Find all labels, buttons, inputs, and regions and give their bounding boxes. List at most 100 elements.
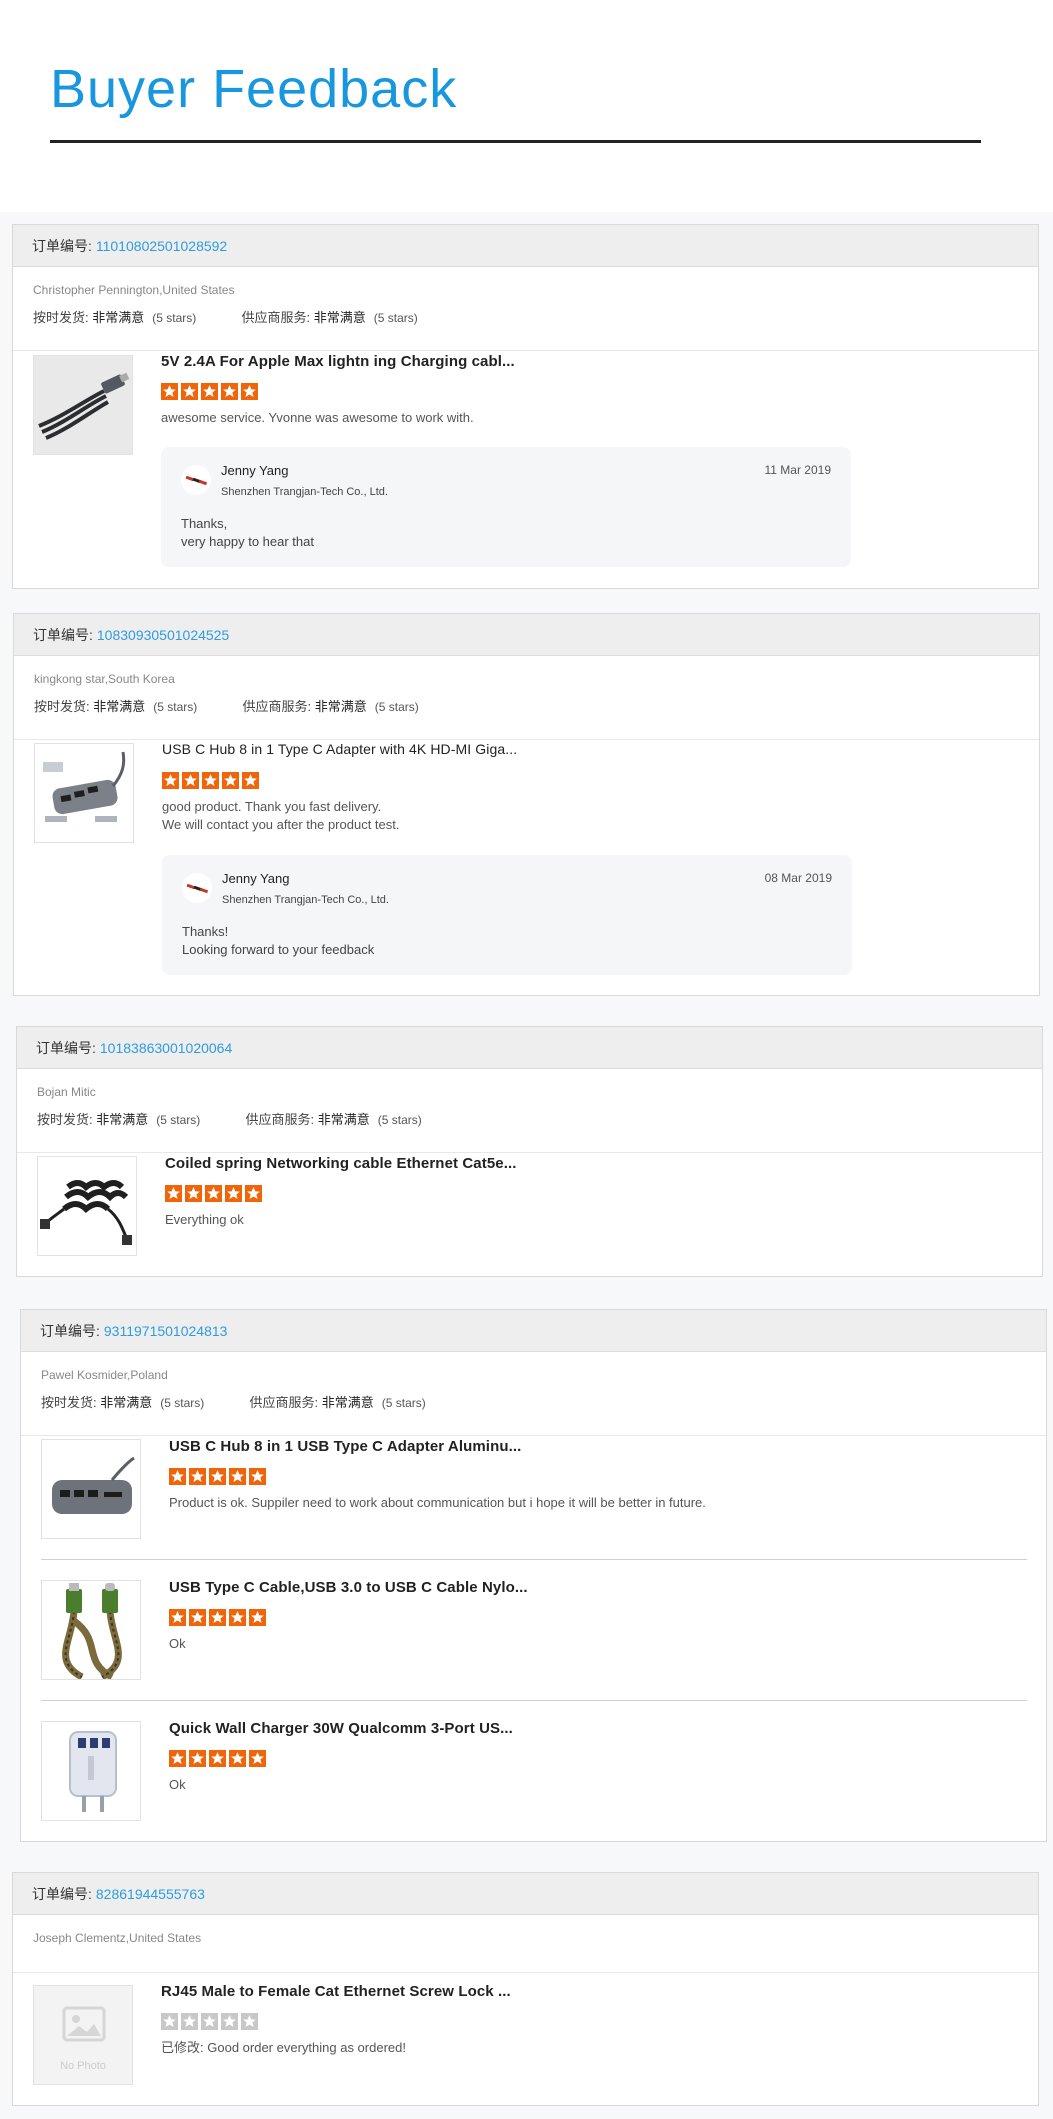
product-title[interactable]: USB C Hub 8 in 1 Type C Adapter with 4K … [162,741,517,757]
order-card: 订单编号: 82861944555763 Joseph Clementz,Unit… [12,1872,1039,2106]
item-divider [41,1700,1027,1701]
star-icon [241,383,258,400]
buyer-comment: Ok [169,1635,186,1653]
buyer-comment: Product is ok. Suppiler need to work abo… [169,1494,706,1512]
order-number-label: 订单编号: [33,627,93,643]
order-header: 订单编号: 9311971501024813 [21,1310,1046,1352]
order-number-link[interactable]: 11010802501028592 [96,238,227,254]
star-icon [229,1609,246,1626]
order-header: 订单编号: 10830930501024525 [14,614,1039,656]
star-icon [165,1185,182,1202]
on-time-value: 非常满意 [92,310,145,325]
on-time-stars: (5 stars) [152,311,197,325]
product-rating [161,383,261,401]
star-icon [241,2013,258,2030]
order-ratings: 按时发货: 非常满意 (5 stars) 供应商服务: 非常满意 (5 stars) [41,1392,426,1411]
supplier-service-stars: (5 stars) [381,1396,426,1410]
buyer-info: Bojan Mitic 按时发货: 非常满意 (5 stars) 供应商服务: 非… [17,1069,1042,1153]
order-header: 订单编号: 10183863001020064 [17,1027,1042,1069]
order-header: 订单编号: 82861944555763 [13,1873,1038,1915]
product-title[interactable]: USB Type C Cable,USB 3.0 to USB C Cable … [169,1579,528,1596]
reply-line: Looking forward to your feedback [182,942,375,957]
star-icon [249,1468,266,1485]
order-number-label: 订单编号: [32,238,92,254]
supplier-service-label: 供应商服务: [241,310,311,325]
supplier-service-label: 供应商服务: [245,1112,315,1127]
star-icon [169,1609,186,1626]
order-number-link[interactable]: 10830930501024525 [97,627,229,643]
comment-line: We will contact you after the product te… [162,817,400,832]
reply-date: 11 Mar 2019 [764,463,832,477]
order-number-link[interactable]: 82861944555763 [96,1886,205,1902]
star-icon [169,1468,186,1485]
on-time-label: 按时发货: [33,310,89,325]
product-rating [161,2013,261,2031]
comment-line: Ok [169,1777,186,1792]
product-rating [169,1468,269,1486]
star-icon [225,1185,242,1202]
product-rating [162,772,262,790]
product-title[interactable]: Coiled spring Networking cable Ethernet … [165,1155,517,1172]
order-ratings: 按时发货: 非常满意 (5 stars) 供应商服务: 非常满意 (5 stars) [34,696,419,715]
reply-text: Thanks! Looking forward to your feedback [182,923,374,959]
star-icon [169,1750,186,1767]
order-number-link[interactable]: 9311971501024813 [104,1323,228,1339]
star-icon [229,1468,246,1485]
star-icon [182,772,199,789]
no-photo-label: No Photo [60,2060,106,2072]
edited-label: 已修改: [161,2040,204,2055]
star-icon [181,2013,198,2030]
product-image[interactable] [34,743,134,843]
supplier-reply: Jenny Yang Shenzhen Trangjan-Tech Co., L… [161,447,851,567]
product-image[interactable]: No Photo [33,1985,133,2085]
on-time-value: 非常满意 [93,699,146,714]
buyer-name: Joseph Clementz,United States [33,1931,202,1945]
product-image[interactable] [33,355,133,455]
order-card: 订单编号: 11010802501028592 Christopher Penni… [12,224,1039,589]
product-image[interactable] [41,1580,141,1680]
star-icon [229,1750,246,1767]
coiled-usb-cable-image [34,356,132,454]
comment-line: Everything ok [165,1212,244,1227]
buyer-comment: Ok [169,1776,186,1794]
product-image[interactable] [37,1156,137,1256]
reply-author: Jenny Yang [222,871,290,886]
usb-c-hub-gray-image [42,1440,140,1538]
product-title[interactable]: Quick Wall Charger 30W Qualcomm 3-Port U… [169,1720,513,1737]
star-icon [222,772,239,789]
star-icon [245,1185,262,1202]
on-time-value: 非常满意 [100,1395,153,1410]
on-time-stars: (5 stars) [153,700,198,714]
order-ratings: 按时发货: 非常满意 (5 stars) 供应商服务: 非常满意 (5 stars) [37,1109,422,1128]
product-image[interactable] [41,1721,141,1821]
supplier-service-stars: (5 stars) [377,1113,422,1127]
product-image[interactable] [41,1439,141,1539]
buyer-comment: good product. Thank you fast delivery. W… [162,798,400,834]
order-number-label: 订单编号: [32,1886,92,1902]
supplier-service-value: 非常满意 [314,699,367,714]
order-card: 订单编号: 10183863001020064 Bojan Mitic 按时发货:… [16,1026,1043,1277]
product-title[interactable]: USB C Hub 8 in 1 USB Type C Adapter Alum… [169,1438,521,1455]
order-number-link[interactable]: 10183863001020064 [100,1040,232,1056]
wall-charger-image [42,1722,140,1820]
product-rating [169,1609,269,1627]
product-title[interactable]: 5V 2.4A For Apple Max lightn ing Chargin… [161,353,515,370]
star-icon [209,1468,226,1485]
buyer-info: Christopher Pennington,United States 按时发… [13,267,1038,351]
buyer-name: Christopher Pennington,United States [33,283,235,297]
comment-line: good product. Thank you fast delivery. [162,799,382,814]
star-icon [189,1609,206,1626]
supplier-reply: Jenny Yang Shenzhen Trangjan-Tech Co., L… [162,855,852,975]
product-title[interactable]: RJ45 Male to Female Cat Ethernet Screw L… [161,1983,511,2000]
item-divider [41,1559,1027,1560]
star-icon [221,2013,238,2030]
on-time-value: 非常满意 [96,1112,149,1127]
page-header: Buyer Feedback [0,0,1053,212]
star-icon [161,383,178,400]
supplier-service-stars: (5 stars) [374,700,419,714]
star-icon [202,772,219,789]
reply-date: 08 Mar 2019 [764,871,832,885]
buyer-comment: Everything ok [165,1211,244,1229]
product-rating [169,1750,269,1768]
on-time-stars: (5 stars) [160,1396,205,1410]
